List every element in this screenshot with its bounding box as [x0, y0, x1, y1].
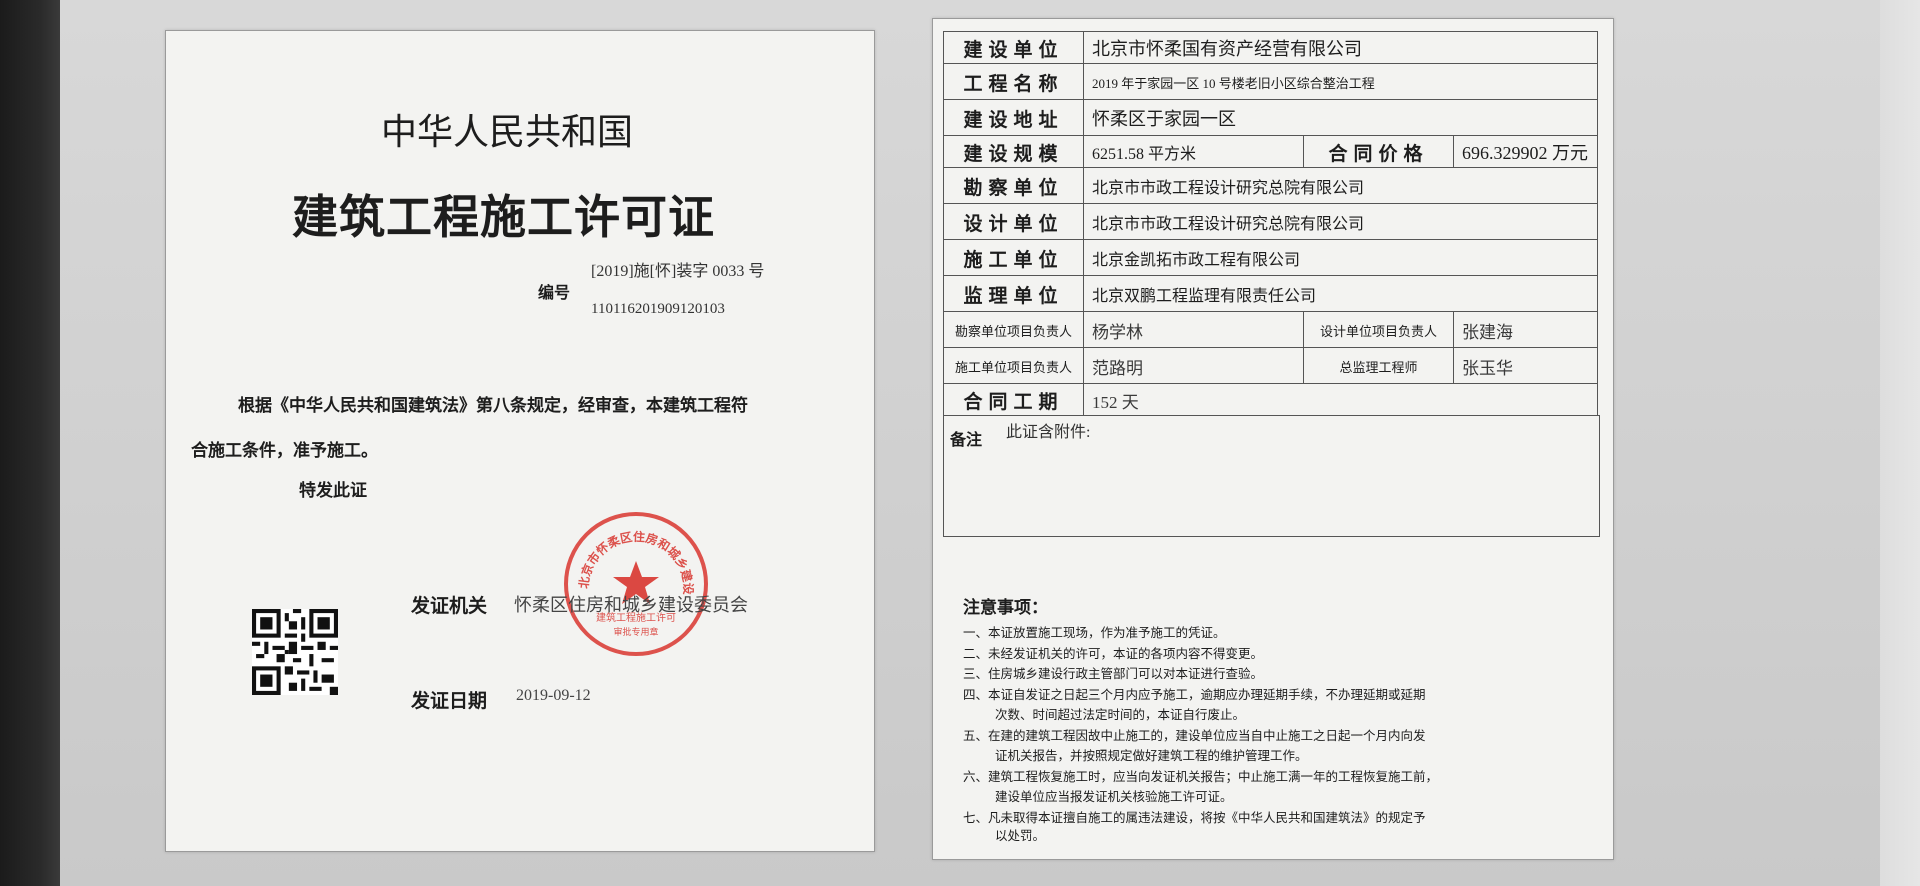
note-line: 五、在建的建筑工程因故中止施工的，建设单位应当自中止施工之日起一个月内向发 — [963, 728, 1426, 743]
svg-text:审批专用章: 审批专用章 — [613, 626, 658, 638]
certificate-title: 建筑工程施工许可证 — [292, 191, 715, 243]
note-line: 六、建筑工程恢复施工时，应当向发证机关报告；中止施工满一年的工程恢复施工前， — [963, 769, 1439, 784]
special-issue-text: 特发此证 — [299, 481, 367, 500]
note-line: 二、未经发证机关的许可，本证的各项内容不得变更。 — [963, 646, 1264, 661]
note-line: 三、住房城乡建设行政主管部门可以对本证进行查验。 — [963, 667, 1264, 681]
number-label: 编号 — [538, 285, 571, 302]
remarks-value: 此证含附件: — [1006, 424, 1091, 441]
issue-date: 2019-09-12 — [516, 687, 591, 704]
body-text-line2: 合施工条件，准予施工。 — [191, 441, 378, 460]
note-line: 次数、时间超过法定时间的，本证自行废止。 — [995, 708, 1246, 722]
body-text-line1: 根据《中华人民共和国建筑法》第八条规定，经审查，本建筑工程符 — [238, 396, 748, 415]
permit-front-page: 中华人民共和国 建筑工程施工许可证 编号 [2019]施[怀]装字 0033 号… — [165, 30, 875, 852]
issuer-label: 发证机关 — [411, 596, 488, 617]
country-name: 中华人民共和国 — [381, 111, 634, 152]
table-frame — [943, 31, 1598, 415]
remarks-label: 备注 — [950, 432, 983, 449]
note-line: 建设单位应当报发证机关核验施工许可证。 — [995, 790, 1233, 804]
note-line: 一、本证放置施工现场，作为准予施工的凭证。 — [963, 626, 1226, 640]
issuer-value: 怀柔区住房和城乡建设委员会 — [514, 595, 748, 615]
permit-details-page: 建设单位 北京市怀柔国有资产经营有限公司 工程名称 2019 年于家园一区 10 号楼… — [932, 18, 1614, 860]
permit-number: [2019]施[怀]装字 0033 号 — [591, 263, 765, 280]
official-seal: 北京市怀柔区住房和城乡建设委员会 建筑工程施工许可 审批专用章 — [561, 509, 708, 656]
date-label: 发证日期 — [411, 691, 488, 712]
note-line: 证机关报告，并按照规定做好建筑工程的维护管理工作。 — [995, 749, 1308, 763]
notes-title: 注意事项： — [963, 598, 1048, 617]
remarks-row: 备注 此证含附件: — [943, 415, 1600, 537]
note-line: 四、本证自发证之日起三个月内应予施工，逾期应办理延期手续，不办理延期或延期 — [963, 687, 1426, 702]
qr-code — [252, 609, 338, 695]
note-line: 七、凡未取得本证擅自施工的属违法建设，将按《中华人民共和国建筑法》的规定予 — [963, 810, 1426, 825]
note-line: 以处罚。 — [995, 828, 1046, 843]
permit-code: 110116201909120103 — [591, 301, 725, 317]
